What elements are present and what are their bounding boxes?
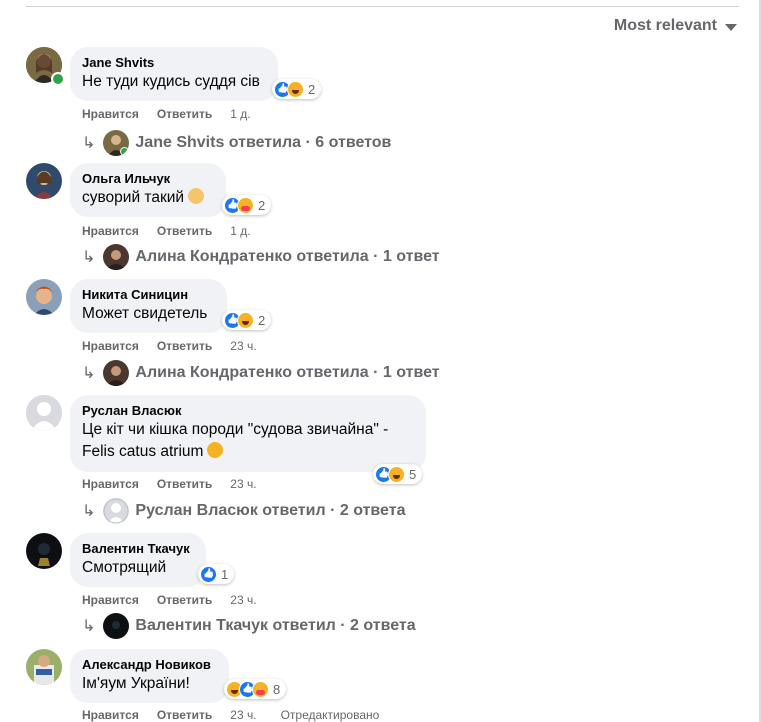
reply-avatar xyxy=(103,360,130,386)
timestamp[interactable]: 23 ч. xyxy=(230,593,256,607)
like-button[interactable]: Нравится xyxy=(82,339,139,353)
comment-author[interactable]: Валентин Ткачук xyxy=(82,541,194,557)
view-replies-link[interactable]: ↳ Алина Кондратенко ответила · 1 ответ xyxy=(82,360,440,386)
comment-author[interactable]: Александр Новиков xyxy=(82,657,217,673)
top-divider xyxy=(26,6,739,7)
haha-reaction-icon xyxy=(237,311,254,329)
haha-reaction-icon xyxy=(388,465,405,483)
replies-text: Алина Кондратенко ответила · 1 ответ xyxy=(135,364,440,381)
comment-author[interactable]: Никита Синицин xyxy=(82,287,215,303)
comment-actions: Нравится Ответить 23 ч. xyxy=(82,593,257,607)
comment-bubble: Jane Shvits Не туди кудись суддя сів xyxy=(70,47,278,101)
caret-down-icon xyxy=(725,23,737,31)
reply-arrow-icon: ↳ xyxy=(82,618,96,635)
reply-button[interactable]: Ответить xyxy=(157,593,212,607)
comment-bubble: Александр Новиков Ім'яум України! xyxy=(70,649,229,703)
sort-dropdown[interactable]: Most relevant xyxy=(614,17,737,35)
reaction-summary[interactable]: 2 xyxy=(222,195,272,215)
care-reaction-icon xyxy=(252,680,269,698)
comment-text-content: Felis catus atrium xyxy=(82,443,204,460)
replies-text: Валентин Ткачук ответил · 2 ответа xyxy=(135,617,416,634)
comment-text-line: Це кіт чи кішка породи "судова звичайна"… xyxy=(82,421,389,438)
comment-bubble: Никита Синицин Может свидетель xyxy=(70,279,227,333)
haha-reaction-icon xyxy=(287,80,304,98)
timestamp[interactable]: 23 ч. xyxy=(230,708,256,722)
timestamp[interactable]: 1 д. xyxy=(230,224,250,238)
replies-text: Руслан Власюк ответил · 2 ответа xyxy=(135,502,406,519)
rofl-emoji-icon xyxy=(207,442,224,458)
comment-actions: Нравится Ответить 23 ч. xyxy=(82,477,257,491)
comment-bubble: Руслан Власюк Це кіт чи кішка породи "су… xyxy=(70,395,426,472)
comment-author[interactable]: Руслан Власюк xyxy=(82,403,414,419)
cat-emoji-icon xyxy=(188,188,205,204)
view-replies-link[interactable]: ↳ Алина Кондратенко ответила · 1 ответ xyxy=(82,244,440,270)
comment-author[interactable]: Ольга Ильчук xyxy=(82,171,214,187)
online-status-icon xyxy=(51,72,65,86)
reaction-count: 5 xyxy=(409,466,417,482)
timestamp[interactable]: 1 д. xyxy=(230,107,250,121)
reaction-count: 8 xyxy=(273,681,281,697)
avatar[interactable] xyxy=(26,395,62,431)
sort-label: Most relevant xyxy=(613,17,717,34)
comment-text: Не туди кудись суддя сів xyxy=(82,73,260,90)
reaction-summary[interactable]: 5 xyxy=(373,464,423,484)
comment-actions: Нравится Ответить 23 ч. xyxy=(82,339,257,353)
comment-text-line: Felis catus atrium xyxy=(82,441,414,463)
avatar[interactable] xyxy=(26,533,62,569)
reply-avatar xyxy=(103,613,130,639)
reply-button[interactable]: Ответить xyxy=(157,107,212,121)
reaction-count: 2 xyxy=(308,81,316,97)
like-button[interactable]: Нравится xyxy=(82,224,139,238)
comment-text: Может свидетель xyxy=(82,305,208,322)
reaction-count: 2 xyxy=(258,197,266,213)
view-replies-link[interactable]: ↳ Руслан Власюк ответил · 2 ответа xyxy=(82,498,405,524)
reply-button[interactable]: Ответить xyxy=(157,224,212,238)
replies-text: Jane Shvits ответила · 6 ответов xyxy=(135,134,392,151)
reaction-summary[interactable]: 1 xyxy=(198,564,235,584)
comment-text: суворий такий xyxy=(82,187,214,209)
reaction-summary[interactable]: 2 xyxy=(222,310,272,330)
reply-button[interactable]: Ответить xyxy=(157,477,212,491)
like-button[interactable]: Нравится xyxy=(82,477,139,491)
view-replies-link[interactable]: ↳ Jane Shvits ответила · 6 ответов xyxy=(82,130,391,156)
comment-bubble: Валентин Ткачук Смотрящий xyxy=(70,533,206,587)
reply-avatar xyxy=(103,498,130,524)
like-button[interactable]: Нравится xyxy=(82,107,139,121)
comment-actions: Нравится Ответить 1 д. xyxy=(82,107,251,121)
view-replies-link[interactable]: ↳ Валентин Ткачук ответил · 2 ответа xyxy=(82,613,416,639)
reply-avatar xyxy=(103,130,130,156)
like-button[interactable]: Нравится xyxy=(82,708,139,722)
timestamp[interactable]: 23 ч. xyxy=(230,339,256,353)
reaction-summary[interactable]: 8 xyxy=(224,679,287,699)
reply-button[interactable]: Ответить xyxy=(157,339,212,353)
comment-actions: Нравится Ответить 1 д. xyxy=(82,224,251,238)
comment-actions: Нравится Ответить 23 ч. Отредактировано xyxy=(82,708,379,722)
replies-text: Алина Кондратенко ответила · 1 ответ xyxy=(135,248,440,265)
avatar[interactable] xyxy=(26,163,62,199)
reply-arrow-icon: ↳ xyxy=(82,365,96,382)
reaction-count: 2 xyxy=(258,312,266,328)
care-reaction-icon xyxy=(237,196,254,214)
comment-text-content: суворий такий xyxy=(82,189,185,206)
edited-label[interactable]: Отредактировано xyxy=(281,708,380,722)
comment-text: Смотрящий xyxy=(82,559,167,576)
avatar[interactable] xyxy=(26,649,62,685)
like-button[interactable]: Нравится xyxy=(82,593,139,607)
comment-bubble: Ольга Ильчук суворий такий xyxy=(70,163,226,217)
reaction-summary[interactable]: 2 xyxy=(272,79,322,99)
reply-arrow-icon: ↳ xyxy=(82,135,96,152)
comment-author[interactable]: Jane Shvits xyxy=(82,55,266,71)
reply-arrow-icon: ↳ xyxy=(82,503,96,520)
reaction-count: 1 xyxy=(221,566,229,582)
reply-avatar xyxy=(103,244,130,270)
like-reaction-icon xyxy=(200,565,217,583)
comment-text: Ім'яум України! xyxy=(82,675,190,692)
reply-button[interactable]: Ответить xyxy=(157,708,212,722)
timestamp[interactable]: 23 ч. xyxy=(230,477,256,491)
reply-arrow-icon: ↳ xyxy=(82,249,96,266)
avatar[interactable] xyxy=(26,279,62,315)
